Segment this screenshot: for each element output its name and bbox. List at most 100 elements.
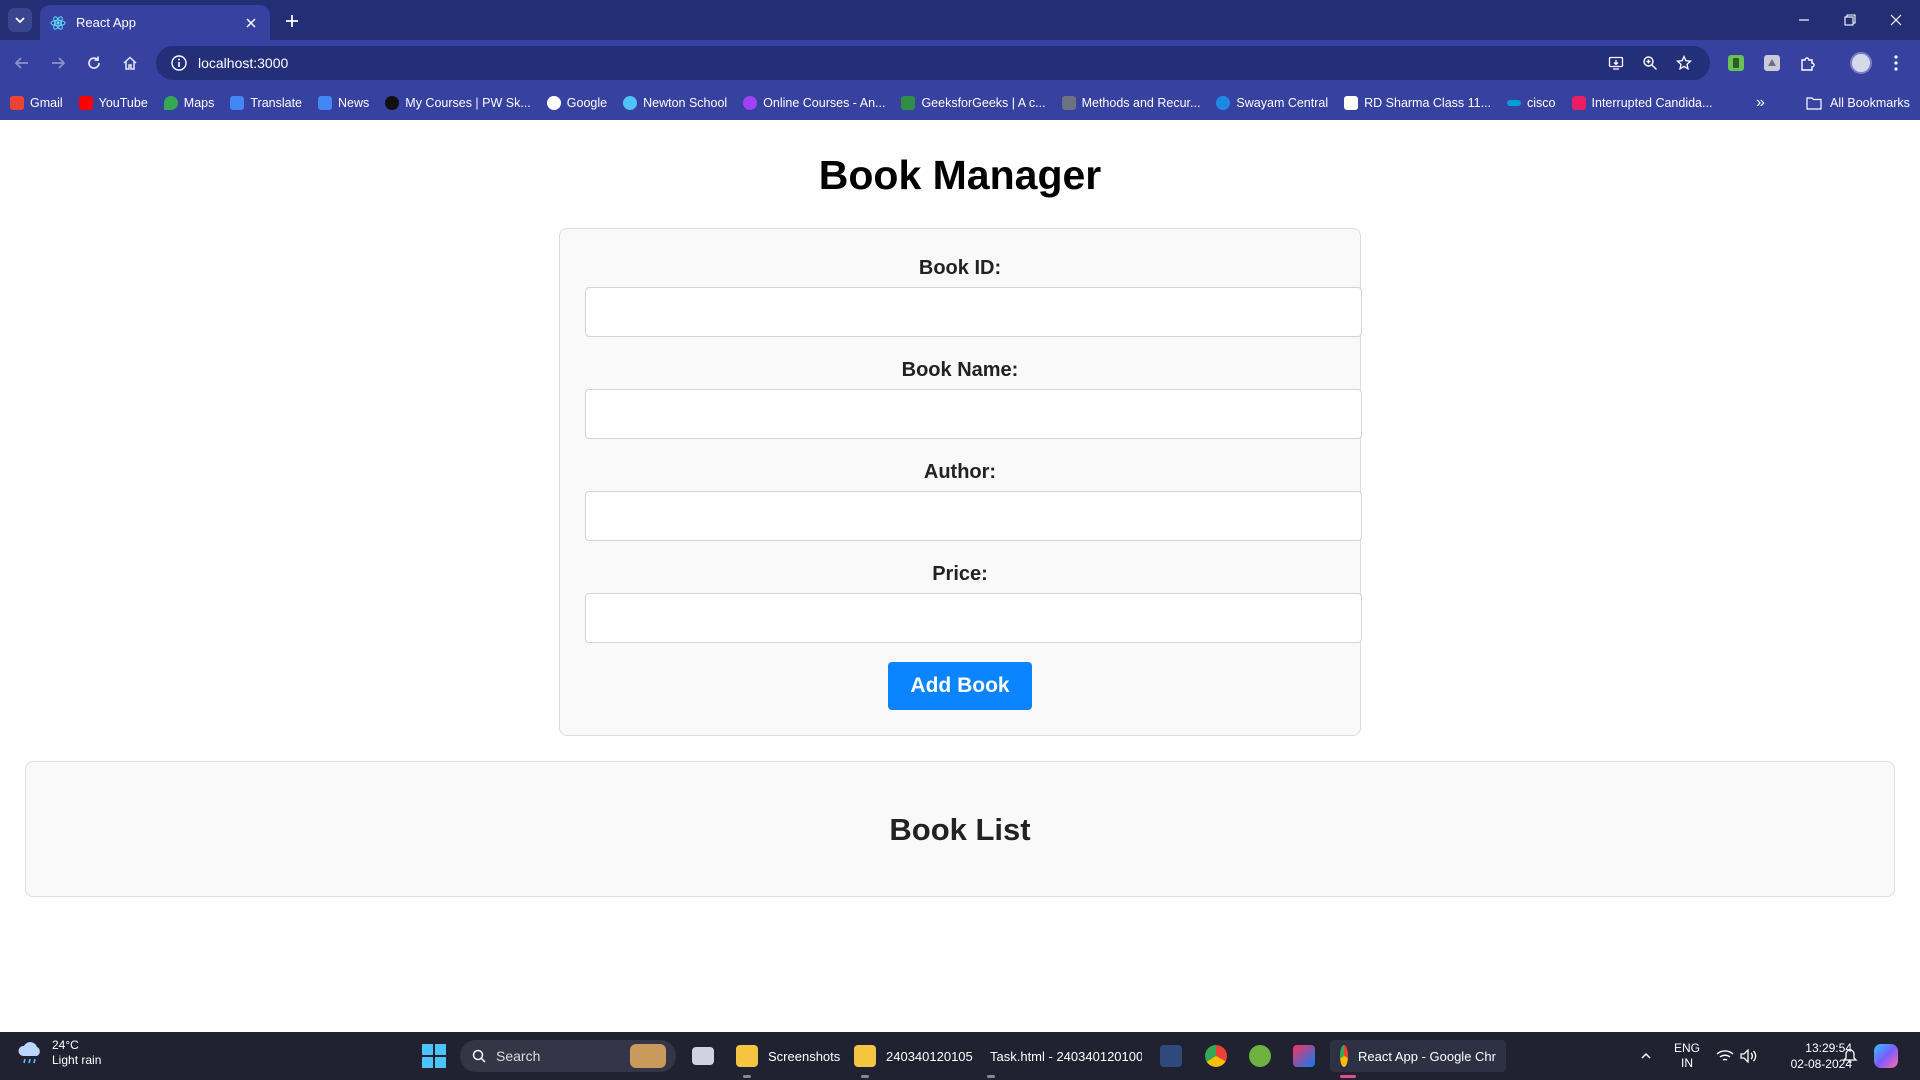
taskbar-app-chrome[interactable] (1205, 1040, 1237, 1072)
profile-avatar[interactable] (1850, 52, 1872, 74)
gmail-icon (10, 96, 24, 110)
site-info-icon[interactable] (170, 54, 188, 72)
price-input[interactable] (585, 593, 1362, 643)
arrow-right-icon (52, 57, 66, 69)
windows-logo-pane (435, 1057, 446, 1068)
browser-menu-button[interactable] (1886, 51, 1906, 75)
rd-sharma-icon (1344, 96, 1359, 110)
active-indicator (1340, 1075, 1356, 1078)
book-name-input[interactable] (585, 389, 1362, 439)
all-bookmarks-button[interactable]: All Bookmarks (1806, 86, 1910, 120)
bookmark-cisco[interactable]: cisco (1507, 96, 1556, 110)
system-clock[interactable]: 13:29:54 02-08-2024 (1772, 1040, 1852, 1072)
bookmark-interrupted[interactable]: Interrupted Candida... (1571, 96, 1712, 110)
bookmark-youtube[interactable]: YouTube (78, 96, 148, 110)
extension-grey-icon[interactable] (1760, 51, 1784, 75)
bookmark-newton-school[interactable]: Newton School (623, 96, 727, 110)
add-book-button[interactable]: Add Book (888, 662, 1032, 710)
page-viewport: Book Manager Book ID: Book Name: Author:… (0, 120, 1920, 1032)
bookmark-maps[interactable]: Maps (163, 96, 214, 110)
copilot-button[interactable] (1874, 1032, 1898, 1080)
tray-overflow-button[interactable] (1640, 1032, 1652, 1080)
bookmark-translate[interactable]: Translate (230, 96, 302, 110)
book-id-input[interactable] (585, 287, 1362, 337)
news-icon (318, 96, 333, 110)
chevron-down-icon (15, 17, 25, 24)
bookmarks-overflow-icon[interactable]: » (1756, 94, 1765, 112)
page-title: Book Manager (818, 152, 1102, 198)
book-form: Book ID: Book Name: Author: Price: Add B… (559, 228, 1362, 736)
address-bar[interactable]: localhost:3000 (156, 46, 1710, 80)
volume-button[interactable] (1740, 1032, 1758, 1080)
chevron-up-icon (1641, 1052, 1651, 1059)
extensions-puzzle-icon[interactable] (1796, 51, 1820, 75)
bookmark-gmail[interactable]: Gmail (10, 96, 63, 110)
reload-icon (88, 56, 100, 69)
taskbar-search[interactable]: Search (460, 1040, 676, 1072)
bookmark-rd-sharma[interactable]: RD Sharma Class 11... (1344, 96, 1491, 110)
search-icon (472, 1049, 486, 1063)
running-indicator (743, 1075, 751, 1078)
start-button[interactable] (422, 1044, 446, 1068)
restore-button[interactable] (1838, 8, 1862, 32)
newton-school-icon (623, 96, 638, 110)
tab-title: React App (76, 15, 136, 30)
reload-button[interactable] (82, 51, 106, 75)
restore-icon (1844, 14, 1856, 26)
taskbar-app-folder[interactable]: 240340120105 (854, 1040, 973, 1072)
bookmark-news[interactable]: News (318, 96, 369, 110)
minimize-button[interactable] (1792, 8, 1816, 32)
taskbar-app-react-chrome[interactable]: React App - Google Chr (1330, 1040, 1506, 1072)
extension-green-icon[interactable] (1724, 51, 1748, 75)
tab-search-button[interactable] (8, 8, 32, 32)
taskbar-app-spring[interactable] (1249, 1040, 1281, 1072)
rain-cloud-icon (18, 1042, 40, 1064)
author-input[interactable] (585, 491, 1362, 541)
wifi-button[interactable] (1716, 1032, 1734, 1080)
translate-icon (230, 96, 245, 110)
taskbar-app-screenshots[interactable]: Screenshots (736, 1040, 840, 1072)
bookmark-geeksforgeeks[interactable]: GeeksforGeeks | A c... (901, 96, 1046, 110)
bookmark-swayam[interactable]: Swayam Central (1216, 96, 1328, 110)
price-label: Price: (932, 563, 988, 585)
taskbar-app-vscode[interactable]: Task.html - 240340120100 (980, 1040, 1142, 1072)
forward-button[interactable] (46, 51, 70, 75)
browser-tab-active[interactable]: React App (40, 5, 270, 40)
clock-time: 13:29:54 (1805, 1041, 1852, 1055)
new-tab-button[interactable] (280, 9, 304, 33)
page-icon (1061, 96, 1076, 110)
running-indicator (987, 1075, 995, 1078)
chrome-icon (1205, 1045, 1227, 1067)
home-button[interactable] (118, 51, 142, 75)
folder-icon (1806, 97, 1822, 110)
back-button[interactable] (10, 51, 34, 75)
bookmark-google[interactable]: Google (546, 96, 607, 110)
bookmark-pw-skills[interactable]: My Courses | PW Sk... (385, 96, 531, 110)
notifications-button[interactable] (1842, 1032, 1858, 1080)
bookmark-star-icon[interactable] (1674, 53, 1694, 73)
swayam-icon (1216, 96, 1231, 110)
close-window-button[interactable] (1884, 8, 1908, 32)
task-view-button[interactable] (692, 1040, 724, 1072)
windows-logo-icon (422, 1044, 433, 1055)
bookmarks-bar: Gmail YouTube Maps Translate News My Cou… (0, 86, 1920, 120)
taskbar-app-intellij[interactable] (1293, 1040, 1325, 1072)
folder-icon (854, 1045, 876, 1067)
tab-close-icon[interactable] (242, 14, 260, 32)
taskbar-app-mysql[interactable] (1160, 1040, 1192, 1072)
taskbar: 24°C Light rain Search Screenshots 24034… (0, 1032, 1920, 1080)
language-indicator[interactable]: ENG IN (1674, 1032, 1700, 1080)
install-app-icon[interactable] (1606, 53, 1626, 73)
weather-description: Light rain (52, 1053, 102, 1067)
bookmark-methods-recursion[interactable]: Methods and Recur... (1061, 96, 1200, 110)
omnibox-actions (1606, 46, 1694, 80)
weather-widget[interactable]: 24°C Light rain (16, 1038, 101, 1068)
zoom-icon[interactable] (1640, 53, 1660, 73)
task-view-icon (692, 1047, 714, 1065)
home-icon (123, 56, 137, 70)
bookmark-online-courses[interactable]: Online Courses - An... (743, 96, 885, 110)
search-highlight-image (630, 1044, 666, 1068)
chrome-icon (1340, 1045, 1348, 1067)
book-list-title: Book List (889, 812, 1031, 847)
close-icon (1890, 14, 1902, 26)
